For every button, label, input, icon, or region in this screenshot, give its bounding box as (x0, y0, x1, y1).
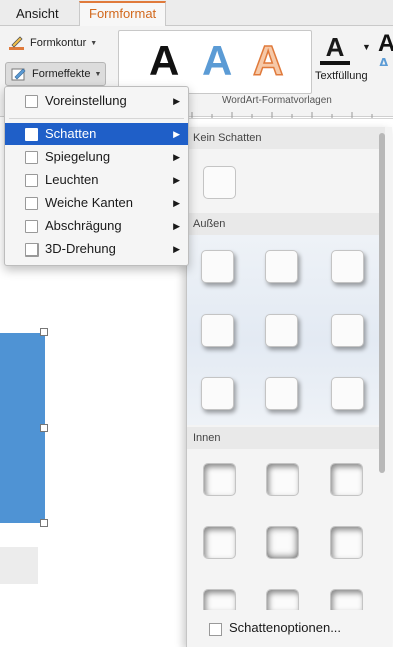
resize-handle[interactable] (40, 424, 48, 432)
menu-item-label: 3D-Drehung (45, 241, 116, 256)
menu-item-schatten[interactable]: Schatten ▶ (5, 123, 188, 145)
outer-shadow-tile[interactable] (331, 314, 364, 347)
section-aussen: Außen (187, 213, 385, 235)
menu-item-abschraegung[interactable]: Abschrägung ▶ (5, 215, 188, 237)
outer-shadow-tile[interactable] (331, 377, 364, 410)
tab-ansicht[interactable]: Ansicht (7, 3, 68, 25)
shape-effects-icon (10, 66, 28, 82)
wordart-style-blue[interactable]: A (202, 37, 232, 85)
formeffekte-button[interactable]: Formeffekte ▼ (5, 62, 107, 86)
wordart-style-orange-outline[interactable]: A (252, 36, 284, 85)
more-text-effects-icon[interactable]: A A (378, 30, 393, 66)
preset-icon (25, 95, 38, 108)
menu-item-label: Abschrägung (45, 218, 122, 233)
wordart-gallery: A A A (118, 30, 312, 94)
selected-blue-shape[interactable] (0, 333, 45, 523)
resize-handle[interactable] (40, 328, 48, 336)
formeffekte-label: Formeffekte (32, 68, 91, 80)
ribbon-tab-bar: Ansicht Formformat (0, 0, 393, 27)
reflection-icon (25, 151, 38, 164)
outer-shadow-tile[interactable] (201, 314, 234, 347)
submenu-arrow-icon: ▶ (173, 96, 180, 106)
3d-rotation-icon (25, 243, 39, 257)
shadow-gallery-panel: Kein Schatten Außen Innen Schattenoption… (186, 127, 392, 647)
soft-edges-icon (25, 197, 38, 210)
formkontur-button[interactable]: Formkontur ▼ (8, 35, 97, 51)
submenu-arrow-icon: ▶ (173, 244, 180, 254)
tab-formformat[interactable]: Formformat (79, 1, 167, 27)
bevel-icon (25, 220, 38, 233)
inner-shadow-tile[interactable] (330, 589, 363, 610)
outer-shadow-tile[interactable] (265, 250, 298, 283)
glow-icon (25, 174, 38, 187)
menu-item-label: Weiche Kanten (45, 195, 133, 210)
inner-shadow-tile[interactable] (266, 589, 299, 610)
outer-shadow-tile[interactable] (331, 250, 364, 283)
section-innen: Innen (187, 427, 385, 449)
shadow-options-label: Schattenoptionen... (229, 620, 342, 635)
menu-separator (9, 118, 184, 119)
formeffekte-menu: Voreinstellung ▶ Schatten ▶ Spiegelung ▶… (4, 86, 189, 266)
menu-item-voreinstellung[interactable]: Voreinstellung ▶ (5, 90, 188, 112)
inner-shadow-tile[interactable] (203, 463, 236, 496)
inner-shadow-tile[interactable] (266, 526, 299, 559)
menu-item-label: Spiegelung (45, 149, 111, 164)
shadow-options-icon (209, 623, 222, 636)
wordart-style-black[interactable]: A (149, 37, 179, 85)
menu-item-weiche-kanten[interactable]: Weiche Kanten ▶ (5, 192, 188, 214)
outer-shadow-tile[interactable] (201, 250, 234, 283)
gray-shape[interactable] (0, 547, 38, 584)
menu-item-spiegelung[interactable]: Spiegelung ▶ (5, 146, 188, 168)
outer-shadow-tile[interactable] (265, 314, 298, 347)
textfill-button[interactable]: A Textfüllung (315, 32, 369, 82)
chevron-down-icon: ▼ (94, 70, 102, 78)
inner-shadow-tile[interactable] (266, 463, 299, 496)
pencil-outline-icon (8, 35, 26, 51)
submenu-arrow-icon: ▶ (173, 152, 180, 162)
inner-shadow-tile[interactable] (203, 589, 236, 610)
ruler (186, 108, 393, 119)
menu-item-label: Voreinstellung (45, 93, 127, 108)
submenu-arrow-icon: ▶ (173, 129, 180, 139)
text-fill-icon: A (325, 32, 345, 62)
shadow-icon (25, 128, 38, 141)
menu-item-3d-drehung[interactable]: 3D-Drehung ▶ (5, 238, 188, 260)
chevron-down-icon[interactable]: ▼ (362, 42, 371, 52)
menu-item-leuchten[interactable]: Leuchten ▶ (5, 169, 188, 191)
outer-shadow-tile[interactable] (201, 377, 234, 410)
submenu-arrow-icon: ▶ (173, 198, 180, 208)
inner-shadow-tile[interactable] (203, 526, 236, 559)
shadow-options-item[interactable]: Schattenoptionen... (187, 611, 379, 647)
menu-item-label: Leuchten (45, 172, 99, 187)
formkontur-label: Formkontur (30, 37, 87, 49)
menu-item-label: Schatten (45, 126, 97, 141)
resize-handle[interactable] (40, 519, 48, 527)
inner-shadow-tile[interactable] (330, 463, 363, 496)
outer-shadow-tile[interactable] (265, 377, 298, 410)
shadow-none-tile[interactable] (203, 166, 236, 199)
scrollbar-thumb[interactable] (379, 133, 385, 473)
submenu-arrow-icon: ▶ (173, 175, 180, 185)
wordart-gallery-label: WordArt-Formatvorlagen (222, 95, 332, 106)
scrollbar[interactable] (379, 133, 385, 603)
section-kein-schatten: Kein Schatten (187, 127, 385, 149)
inner-shadow-tile[interactable] (330, 526, 363, 559)
submenu-arrow-icon: ▶ (173, 221, 180, 231)
chevron-down-icon: ▼ (90, 39, 98, 47)
textfill-label: Textfüllung (315, 70, 368, 82)
